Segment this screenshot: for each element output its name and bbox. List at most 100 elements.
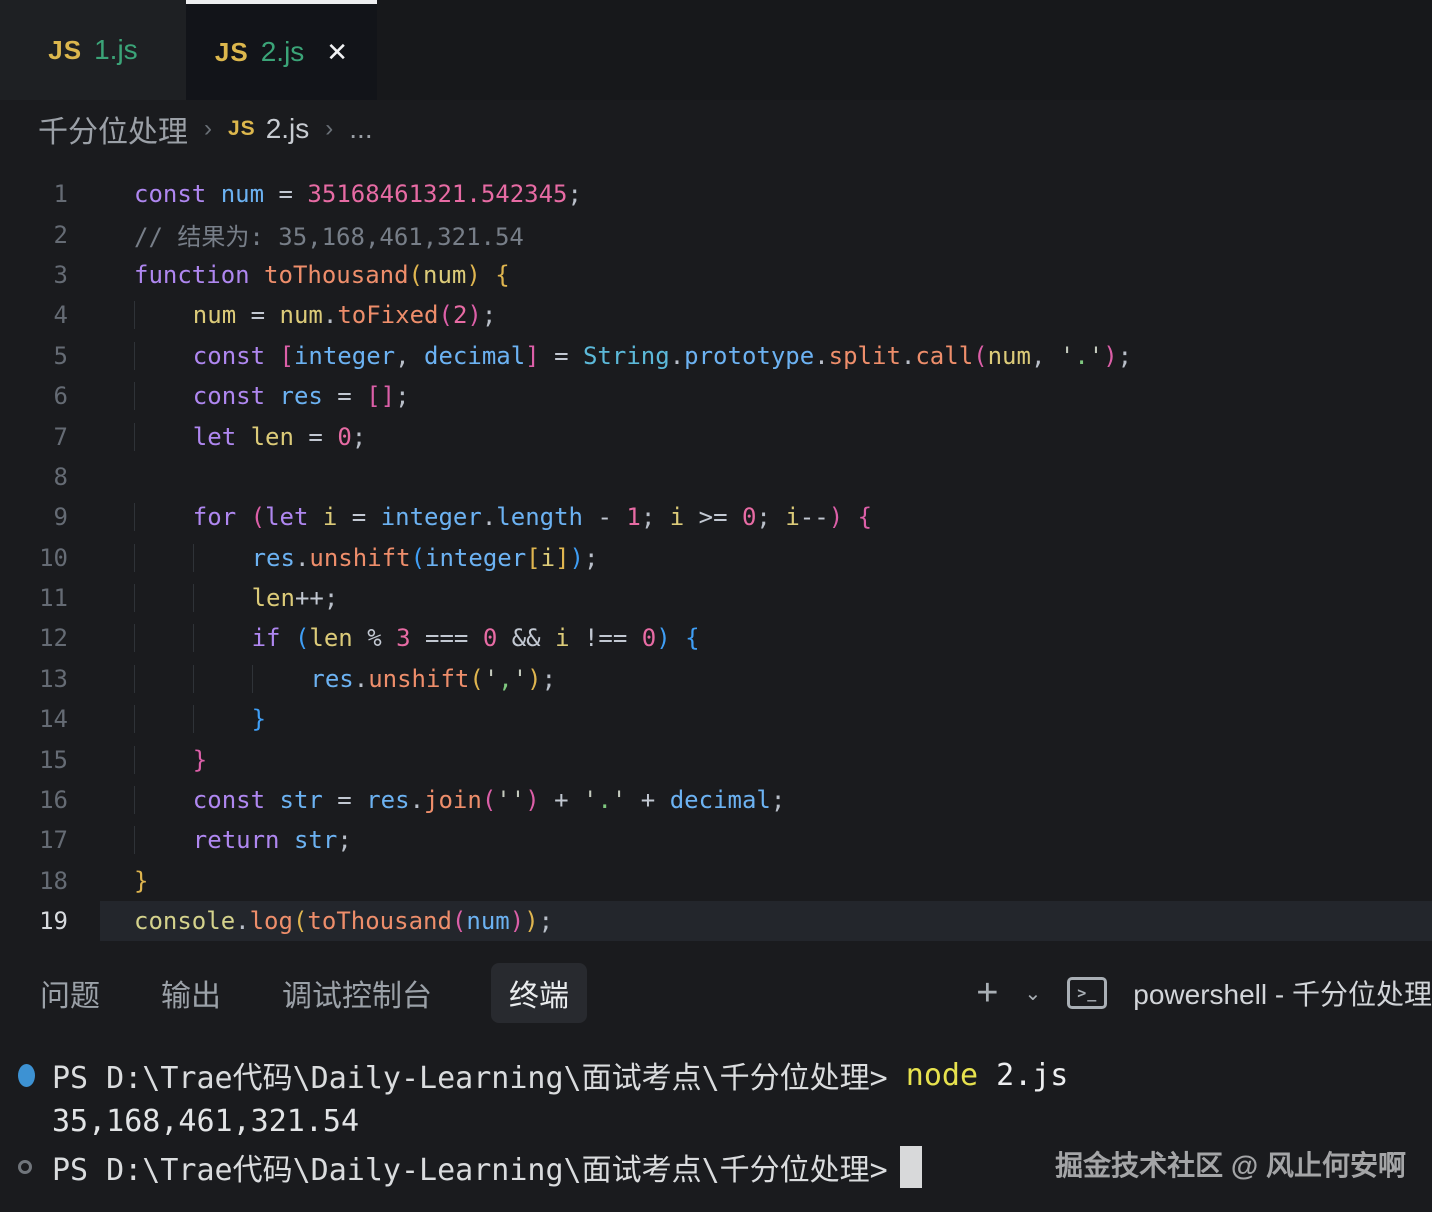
terminal-session-label[interactable]: powershell - 千分位处理 [1133, 973, 1432, 1013]
code-line[interactable]: 1const num = 35168461321.542345; [0, 174, 1432, 214]
line-number: 9 [0, 503, 100, 531]
code-token: . [295, 544, 309, 572]
code-text: const [integer, decimal] = String.protot… [134, 342, 1132, 370]
code-token: num [988, 342, 1031, 370]
code-token: ; [324, 584, 338, 612]
code-line[interactable]: 19console.log(toThousand(num)); [0, 901, 1432, 941]
code-token: str [280, 786, 323, 814]
code-token: prototype [684, 342, 814, 370]
code-token: 35168461321.542345 [307, 180, 567, 208]
code-text: const res = []; [134, 382, 410, 410]
code-line[interactable]: 7 let len = 0; [0, 416, 1432, 456]
terminal-output[interactable]: PS D:\Trae代码\Daily-Learning\面试考点\千分位处理> … [0, 1028, 1432, 1190]
breadcrumb-more[interactable]: ... [349, 113, 372, 145]
new-terminal-icon[interactable]: + [976, 972, 998, 1015]
line-number: 10 [0, 544, 100, 572]
panel-tab-调试控制台[interactable]: 调试控制台 [280, 963, 434, 1023]
code-token: str [294, 826, 337, 854]
code-token: ; [337, 826, 351, 854]
code-token: num [280, 301, 323, 329]
code-token: . [1074, 342, 1088, 370]
code-line-content: len++; [100, 578, 1432, 618]
code-token: % [353, 624, 396, 652]
line-number: 13 [0, 665, 100, 693]
code-token: ) [656, 624, 670, 652]
editor-tab-2.js[interactable]: JS2.js✕ [186, 0, 377, 100]
code-token [134, 423, 193, 451]
terminal-icon: >_ [1067, 977, 1107, 1009]
code-token: . [410, 786, 424, 814]
code-token [134, 503, 193, 531]
code-line[interactable]: 13 res.unshift(','); [0, 659, 1432, 699]
tab-filename: 1.js [94, 34, 138, 66]
code-line[interactable]: 14 } [0, 699, 1432, 739]
code-token: { [495, 261, 509, 289]
code-token: integer [381, 503, 482, 531]
code-token: call [915, 342, 973, 370]
code-token: ' [1089, 342, 1103, 370]
panel-tab-问题[interactable]: 问题 [38, 963, 102, 1023]
code-line-content: } [100, 699, 1432, 739]
code-token: ( [411, 544, 425, 572]
code-line[interactable]: 12 if (len % 3 === 0 && i !== 0) { [0, 618, 1432, 658]
line-number: 11 [0, 584, 100, 612]
code-token: function [134, 261, 250, 289]
terminal-cursor [900, 1146, 922, 1188]
code-token: . [670, 342, 684, 370]
line-number: 5 [0, 342, 100, 370]
code-line[interactable]: 16 const str = res.join('') + '.' + deci… [0, 780, 1432, 820]
code-text: res.unshift(','); [134, 665, 556, 693]
code-line[interactable]: 3function toThousand(num) { [0, 255, 1432, 295]
line-number: 2 [0, 221, 100, 249]
breadcrumb-folder[interactable]: 千分位处理 [38, 107, 188, 151]
code-line-content: console.log(toThousand(num)); [100, 901, 1432, 941]
code-token: num [423, 261, 466, 289]
breadcrumb-file[interactable]: JS2.js [228, 113, 309, 145]
code-token: , [395, 342, 424, 370]
code-line[interactable]: 9 for (let i = integer.length - 1; i >= … [0, 497, 1432, 537]
code-line-content: const res = []; [100, 376, 1432, 416]
bottom-panel: 问题输出调试控制台终端 + ⌄ >_ powershell - 千分位处理 PS… [0, 952, 1432, 1212]
code-text: function toThousand(num) { [134, 261, 510, 289]
code-token: 0 [337, 423, 351, 451]
code-line[interactable]: 5 const [integer, decimal] = String.prot… [0, 336, 1432, 376]
code-token [236, 503, 250, 531]
code-line[interactable]: 6 const res = []; [0, 376, 1432, 416]
line-number: 4 [0, 301, 100, 329]
code-token: ' [583, 786, 597, 814]
code-line[interactable]: 4 num = num.toFixed(2); [0, 295, 1432, 335]
code-token: ( [409, 261, 423, 289]
code-token [134, 746, 193, 774]
chevron-down-icon[interactable]: ⌄ [1025, 981, 1042, 1006]
terminal-line: PS D:\Trae代码\Daily-Learning\面试考点\千分位处理> … [16, 1052, 1432, 1098]
code-token: toThousand [307, 907, 452, 935]
code-editor[interactable]: 1const num = 35168461321.542345;2// 结果为:… [0, 158, 1432, 952]
code-token: log [250, 907, 293, 935]
code-token: ; [352, 423, 366, 451]
panel-tab-终端[interactable]: 终端 [491, 963, 587, 1023]
code-text: if (len % 3 === 0 && i !== 0) { [134, 624, 700, 652]
code-token: num [466, 907, 509, 935]
code-line[interactable]: 11 len++; [0, 578, 1432, 618]
code-token: toFixed [337, 301, 438, 329]
code-line[interactable]: 8 [0, 457, 1432, 497]
close-tab-icon[interactable]: ✕ [326, 37, 348, 68]
code-line[interactable]: 15 } [0, 739, 1432, 779]
code-line[interactable]: 10 res.unshift(integer[i]); [0, 538, 1432, 578]
code-line[interactable]: 17 return str; [0, 820, 1432, 860]
editor-tab-1.js[interactable]: JS1.js [0, 0, 186, 100]
code-token: ; [568, 180, 582, 208]
code-token: . [814, 342, 828, 370]
code-line[interactable]: 18} [0, 861, 1432, 901]
breadcrumb-separator-icon: › [325, 115, 333, 143]
code-line[interactable]: 2// 结果为: 35,168,461,321.54 [0, 214, 1432, 254]
code-token: i [555, 624, 569, 652]
js-file-icon: JS [215, 37, 249, 68]
code-token: , [498, 665, 512, 693]
code-token: i [541, 544, 555, 572]
code-token [206, 180, 220, 208]
panel-tab-输出[interactable]: 输出 [159, 963, 223, 1023]
code-token: ( [251, 503, 265, 531]
code-token: integer [425, 544, 526, 572]
code-token [193, 705, 252, 733]
